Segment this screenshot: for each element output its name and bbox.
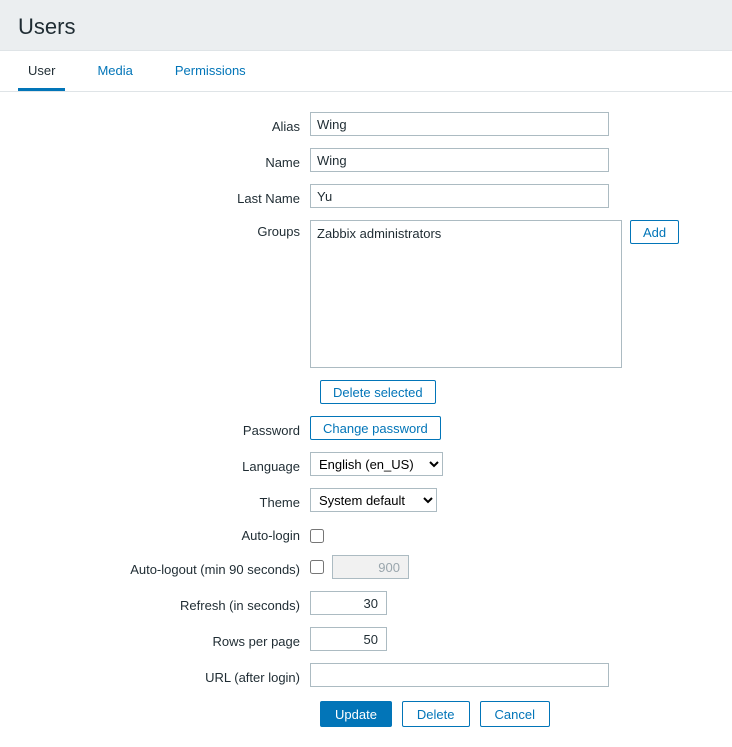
lastname-input[interactable]: [310, 184, 609, 208]
refresh-input[interactable]: [310, 591, 387, 615]
label-rows: Rows per page: [18, 630, 310, 649]
change-password-button[interactable]: Change password: [310, 416, 441, 440]
form-actions: Update Delete Cancel: [310, 701, 714, 727]
language-select[interactable]: English (en_US): [310, 452, 443, 476]
cancel-button[interactable]: Cancel: [480, 701, 550, 727]
label-refresh: Refresh (in seconds): [18, 594, 310, 613]
label-groups: Groups: [18, 220, 310, 239]
label-autologin: Auto-login: [18, 524, 310, 543]
label-lastname: Last Name: [18, 187, 310, 206]
label-theme: Theme: [18, 491, 310, 510]
name-input[interactable]: [310, 148, 609, 172]
delete-button[interactable]: Delete: [402, 701, 470, 727]
url-input[interactable]: [310, 663, 609, 687]
form-panel: User Media Permissions Alias Name Last N…: [0, 50, 732, 747]
label-name: Name: [18, 151, 310, 170]
label-password: Password: [18, 419, 310, 438]
label-language: Language: [18, 455, 310, 474]
update-button[interactable]: Update: [320, 701, 392, 727]
label-autologout: Auto-logout (min 90 seconds): [18, 558, 310, 577]
alias-input[interactable]: [310, 112, 609, 136]
delete-selected-button[interactable]: Delete selected: [320, 380, 436, 404]
user-form: Alias Name Last Name Groups: [0, 92, 732, 747]
tab-permissions[interactable]: Permissions: [165, 51, 256, 91]
tab-user[interactable]: User: [18, 51, 65, 91]
autologout-checkbox[interactable]: [310, 560, 324, 574]
tab-media[interactable]: Media: [87, 51, 142, 91]
add-group-button[interactable]: Add: [630, 220, 679, 244]
autologin-checkbox[interactable]: [310, 529, 324, 543]
autologout-input: [332, 555, 409, 579]
page-title: Users: [0, 0, 732, 50]
rows-input[interactable]: [310, 627, 387, 651]
tabs: User Media Permissions: [0, 51, 732, 92]
list-item[interactable]: Zabbix administrators: [317, 225, 615, 242]
theme-select[interactable]: System default: [310, 488, 437, 512]
label-url: URL (after login): [18, 666, 310, 685]
groups-listbox[interactable]: Zabbix administrators: [310, 220, 622, 368]
label-alias: Alias: [18, 115, 310, 134]
